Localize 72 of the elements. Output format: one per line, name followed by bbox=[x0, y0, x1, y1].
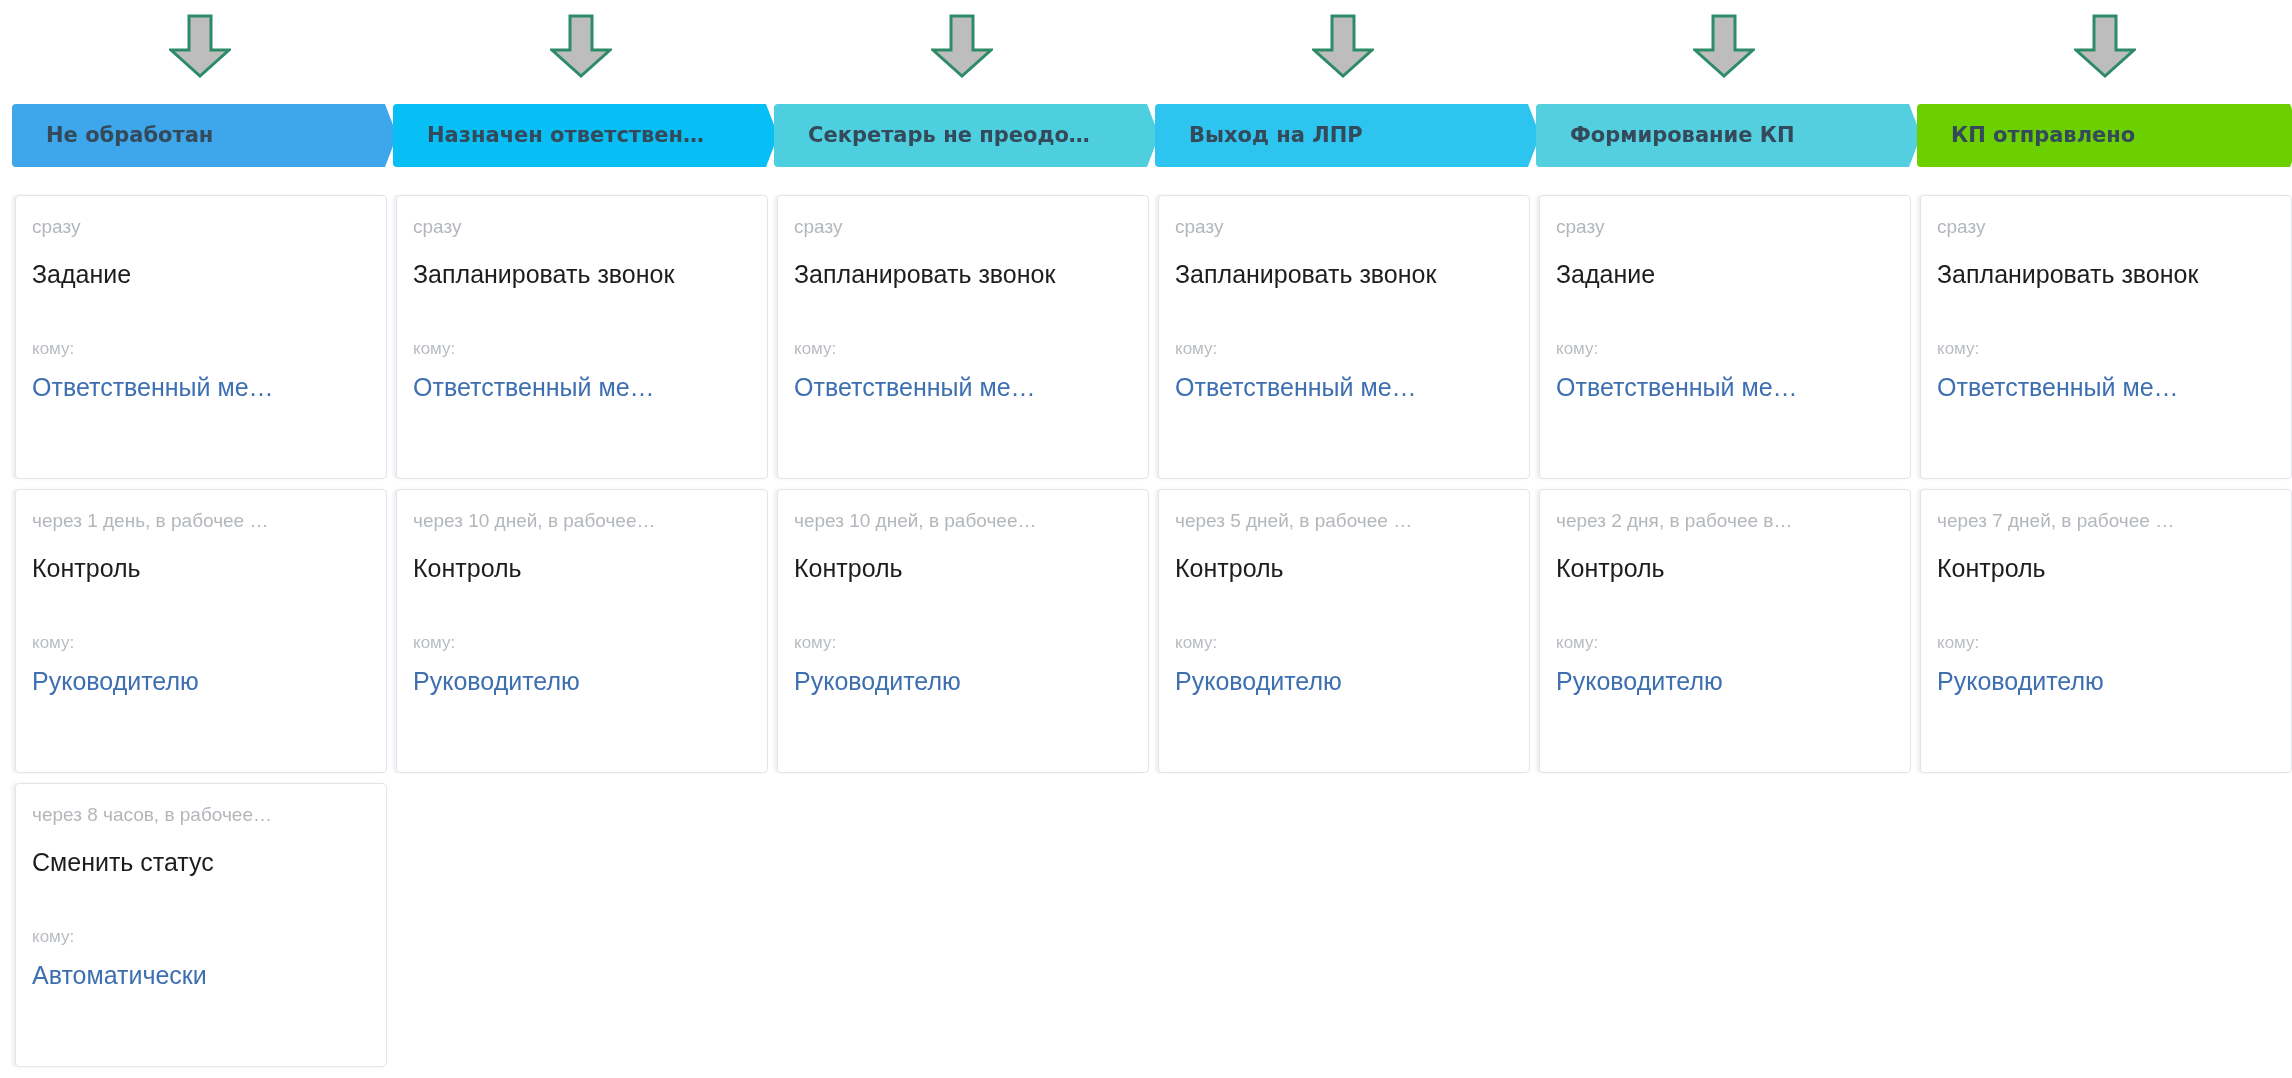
assignee-label: кому: bbox=[794, 339, 837, 359]
task-card[interactable]: через 5 дней, в рабочее … Контроль кому: Руководителю bbox=[1158, 489, 1530, 773]
down-arrow-icon bbox=[549, 14, 612, 78]
task-card[interactable]: сразу Запланировать звонок кому: Ответственный ме… bbox=[1158, 195, 1530, 479]
task-timing: через 2 дня, в рабочее в… bbox=[1556, 510, 1793, 532]
assignee-label: кому: bbox=[413, 633, 456, 653]
task-action: Контроль bbox=[1937, 554, 2046, 583]
stage-header[interactable]: КП отправлено bbox=[1917, 104, 2292, 167]
assignee-label: кому: bbox=[1556, 633, 1599, 653]
assignee-link[interactable]: Руководителю bbox=[32, 667, 199, 696]
task-timing: сразу bbox=[413, 216, 462, 238]
task-timing: сразу bbox=[32, 216, 81, 238]
assignee-link[interactable]: Руководителю bbox=[794, 667, 961, 696]
task-card[interactable]: сразу Запланировать звонок кому: Ответственный ме… bbox=[396, 195, 768, 479]
assignee-label: кому: bbox=[794, 633, 837, 653]
assignee-label: кому: bbox=[1175, 633, 1218, 653]
task-action: Запланировать звонок bbox=[1937, 260, 2199, 289]
down-arrow-icon bbox=[168, 14, 231, 78]
assignee-link[interactable]: Руководителю bbox=[413, 667, 580, 696]
task-action: Задание bbox=[32, 260, 132, 289]
task-action: Контроль bbox=[794, 554, 903, 583]
task-action: Запланировать звонок bbox=[1175, 260, 1437, 289]
task-timing: сразу bbox=[1175, 216, 1224, 238]
assignee-link[interactable]: Ответственный ме… bbox=[1556, 373, 1798, 402]
task-action: Сменить статус bbox=[32, 848, 214, 877]
task-action: Контроль bbox=[32, 554, 141, 583]
assignee-label: кому: bbox=[413, 339, 456, 359]
task-timing: сразу bbox=[1937, 216, 1986, 238]
task-timing: через 10 дней, в рабочее… bbox=[413, 510, 656, 532]
task-action: Задание bbox=[1556, 260, 1656, 289]
task-action: Контроль bbox=[1175, 554, 1284, 583]
task-timing: через 7 дней, в рабочее … bbox=[1937, 510, 2175, 532]
task-card[interactable]: через 1 день, в рабочее … Контроль кому: Руководителю bbox=[15, 489, 387, 773]
assignee-label: кому: bbox=[32, 633, 75, 653]
task-card[interactable]: через 10 дней, в рабочее… Контроль кому: Руководителю bbox=[396, 489, 768, 773]
assignee-link[interactable]: Руководителю bbox=[1556, 667, 1723, 696]
task-action: Контроль bbox=[1556, 554, 1665, 583]
task-timing: через 5 дней, в рабочее … bbox=[1175, 510, 1413, 532]
assignee-label: кому: bbox=[1556, 339, 1599, 359]
task-timing: сразу bbox=[794, 216, 843, 238]
assignee-label: кому: bbox=[1175, 339, 1218, 359]
task-card[interactable]: сразу Задание кому: Ответственный ме… bbox=[1539, 195, 1911, 479]
task-card[interactable]: сразу Запланировать звонок кому: Ответственный ме… bbox=[1920, 195, 2292, 479]
task-card[interactable]: через 2 дня, в рабочее в… Контроль кому: Руководителю bbox=[1539, 489, 1911, 773]
assignee-link[interactable]: Ответственный ме… bbox=[1175, 373, 1417, 402]
task-card[interactable]: сразу Задание кому: Ответственный ме… bbox=[15, 195, 387, 479]
task-timing: через 1 день, в рабочее … bbox=[32, 510, 269, 532]
down-arrow-icon bbox=[930, 14, 993, 78]
task-card[interactable]: через 7 дней, в рабочее … Контроль кому: Руководителю bbox=[1920, 489, 2292, 773]
assignee-link[interactable]: Ответственный ме… bbox=[794, 373, 1036, 402]
assignee-link[interactable]: Ответственный ме… bbox=[1937, 373, 2179, 402]
task-card[interactable]: сразу Запланировать звонок кому: Ответственный ме… bbox=[777, 195, 1149, 479]
task-card[interactable]: через 8 часов, в рабочее… Сменить статус кому: Автоматически bbox=[15, 783, 387, 1067]
assignee-label: кому: bbox=[32, 927, 75, 947]
task-timing: через 8 часов, в рабочее… bbox=[32, 804, 272, 826]
assignee-label: кому: bbox=[1937, 633, 1980, 653]
assignee-label: кому: bbox=[32, 339, 75, 359]
assignee-link[interactable]: Руководителю bbox=[1937, 667, 2104, 696]
down-arrow-icon bbox=[1692, 14, 1755, 78]
task-timing: сразу bbox=[1556, 216, 1605, 238]
assignee-link[interactable]: Ответственный ме… bbox=[413, 373, 655, 402]
task-timing: через 10 дней, в рабочее… bbox=[794, 510, 1037, 532]
task-card[interactable]: через 10 дней, в рабочее… Контроль кому: Руководителю bbox=[777, 489, 1149, 773]
assignee-label: кому: bbox=[1937, 339, 1980, 359]
assignee-link[interactable]: Руководителю bbox=[1175, 667, 1342, 696]
task-action: Запланировать звонок bbox=[794, 260, 1056, 289]
task-action: Запланировать звонок bbox=[413, 260, 675, 289]
assignee-link[interactable]: Ответственный ме… bbox=[32, 373, 274, 402]
down-arrow-icon bbox=[2073, 14, 2136, 78]
assignee-link[interactable]: Автоматически bbox=[32, 961, 207, 990]
down-arrow-icon bbox=[1311, 14, 1374, 78]
task-action: Контроль bbox=[413, 554, 522, 583]
